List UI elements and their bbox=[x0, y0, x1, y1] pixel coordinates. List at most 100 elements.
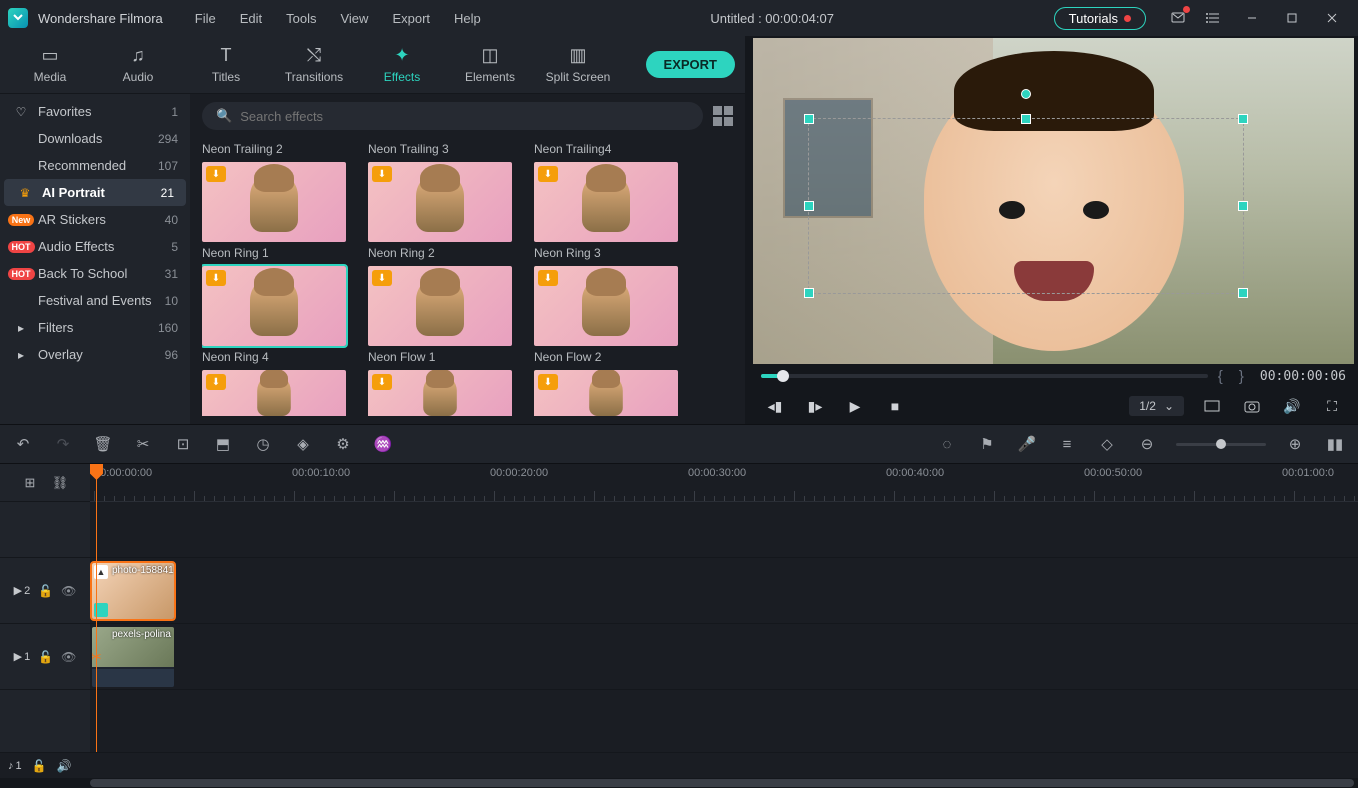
undo-button[interactable]: ↶ bbox=[12, 433, 34, 455]
add-track-button[interactable]: ⊞ bbox=[19, 472, 41, 494]
resize-handle[interactable] bbox=[1238, 201, 1248, 211]
snapshot-button[interactable] bbox=[1240, 394, 1264, 418]
timeline-ruler[interactable]: 00:00:00:00 00:00:10:00 00:00:20:00 00:0… bbox=[90, 464, 1358, 502]
marker-button[interactable]: ⚑ bbox=[976, 433, 998, 455]
close-button[interactable] bbox=[1314, 4, 1350, 32]
view-grid-button[interactable] bbox=[713, 106, 733, 126]
effect-item[interactable]: ⬇ bbox=[368, 370, 512, 416]
mixer-button[interactable]: ≡ bbox=[1056, 433, 1078, 455]
sidebar-item-back-to-school[interactable]: HOTBack To School31 bbox=[0, 260, 190, 287]
zoom-out-button[interactable]: ⊖ bbox=[1136, 433, 1158, 455]
duration-button[interactable]: ◷ bbox=[252, 433, 274, 455]
timeline-tracks[interactable]: 00:00:00:00 00:00:10:00 00:00:20:00 00:0… bbox=[90, 464, 1358, 752]
sidebar-item-ar-stickers[interactable]: NewAR Stickers40 bbox=[0, 206, 190, 233]
color-button[interactable]: ◈ bbox=[292, 433, 314, 455]
stop-button[interactable]: ■ bbox=[883, 394, 907, 418]
progress-slider[interactable] bbox=[761, 374, 1208, 378]
effect-item[interactable]: ⬇Neon Flow 1 bbox=[368, 266, 512, 364]
messages-button[interactable] bbox=[1162, 4, 1194, 32]
track-1[interactable]: ✂ pexels-polina bbox=[90, 624, 1358, 690]
delete-button[interactable]: 🗑 bbox=[92, 433, 114, 455]
menu-view[interactable]: View bbox=[330, 7, 378, 30]
timeline-toolbar: ↶ ↷ 🗑 ✂ ⊡ ⬒ ◷ ◈ ⚙ ♒ ◌ ⚑ 🎤 ≡ ◇ ⊖ ⊕ ▮▮ bbox=[0, 424, 1358, 464]
split-button[interactable]: ✂ bbox=[132, 433, 154, 455]
lock-icon[interactable]: 🔓 bbox=[38, 650, 53, 664]
sidebar-item-ai-portrait[interactable]: ♛AI Portrait21 bbox=[4, 179, 186, 206]
track-header-1[interactable]: ▶1 🔓 👁 bbox=[0, 624, 90, 690]
quality-button[interactable] bbox=[1200, 394, 1224, 418]
tab-transitions[interactable]: ⤭Transitions bbox=[274, 39, 354, 91]
crop-button[interactable]: ⊡ bbox=[172, 433, 194, 455]
redo-button[interactable]: ↷ bbox=[52, 433, 74, 455]
sidebar-item-downloads[interactable]: Downloads294 bbox=[0, 125, 190, 152]
effect-item[interactable]: ⬇Neon Ring 3 bbox=[534, 162, 678, 260]
effect-item[interactable]: ⬇ bbox=[202, 370, 346, 416]
download-icon: ⬇ bbox=[206, 374, 226, 390]
tutorials-button[interactable]: Tutorials bbox=[1054, 7, 1146, 30]
sidebar-item-filters[interactable]: ▸Filters160 bbox=[0, 314, 190, 341]
menu-edit[interactable]: Edit bbox=[230, 7, 272, 30]
eye-icon[interactable]: 👁 bbox=[61, 584, 76, 598]
tab-split-screen[interactable]: ▥Split Screen bbox=[538, 39, 618, 91]
sidebar-item-overlay[interactable]: ▸Overlay96 bbox=[0, 341, 190, 368]
track-type-icon: ▶1 bbox=[14, 650, 31, 663]
maximize-button[interactable] bbox=[1274, 4, 1310, 32]
next-frame-button[interactable]: ▮▸ bbox=[803, 394, 827, 418]
play-button[interactable]: ▶ bbox=[843, 394, 867, 418]
sidebar-item-audio-effects[interactable]: HOTAudio Effects5 bbox=[0, 233, 190, 260]
resize-handle[interactable] bbox=[1238, 114, 1248, 124]
effect-item[interactable]: ⬇Neon Ring 1 bbox=[202, 162, 346, 260]
search-input[interactable] bbox=[240, 109, 689, 124]
sidebar-item-favorites[interactable]: ♡Favorites1 bbox=[0, 98, 190, 125]
speaker-icon[interactable]: 🔊 bbox=[57, 759, 72, 773]
lock-icon[interactable]: 🔓 bbox=[38, 584, 53, 598]
prev-frame-button[interactable]: ◂▮ bbox=[763, 394, 787, 418]
menu-export[interactable]: Export bbox=[382, 7, 440, 30]
tab-media[interactable]: ▭Media bbox=[10, 39, 90, 91]
tab-elements[interactable]: ◫Elements bbox=[450, 39, 530, 91]
resize-handle[interactable] bbox=[1238, 288, 1248, 298]
timeline-scrollbar[interactable] bbox=[0, 778, 1358, 788]
sidebar-item-festival[interactable]: Festival and Events10 bbox=[0, 287, 190, 314]
volume-button[interactable]: 🔊 bbox=[1280, 394, 1304, 418]
playhead[interactable] bbox=[96, 464, 97, 752]
menu-help[interactable]: Help bbox=[444, 7, 491, 30]
effect-item[interactable]: ⬇Neon Flow 2 bbox=[534, 266, 678, 364]
audio-waveform-button[interactable]: ♒ bbox=[372, 433, 394, 455]
effect-item[interactable]: ⬇ bbox=[534, 370, 678, 416]
sparkle-icon: ✦ bbox=[394, 45, 409, 66]
tab-effects[interactable]: ✦Effects bbox=[362, 39, 442, 91]
render-button[interactable]: ◌ bbox=[936, 433, 958, 455]
hot-badge: HOT bbox=[8, 241, 35, 253]
menu-tools[interactable]: Tools bbox=[276, 7, 326, 30]
export-button[interactable]: EXPORT bbox=[646, 51, 735, 78]
sidebar-item-recommended[interactable]: Recommended107 bbox=[0, 152, 190, 179]
zoom-in-button[interactable]: ⊕ bbox=[1284, 433, 1306, 455]
track-2[interactable]: ▲ photo-158841 bbox=[90, 558, 1358, 624]
search-input-container[interactable]: 🔍 bbox=[202, 102, 703, 130]
clip-video[interactable]: ✂ pexels-polina bbox=[92, 627, 174, 687]
minimize-button[interactable] bbox=[1234, 4, 1270, 32]
clip-photo[interactable]: ▲ photo-158841 bbox=[92, 563, 174, 619]
menu-file[interactable]: File bbox=[185, 7, 226, 30]
link-button[interactable]: ⛓ bbox=[49, 472, 71, 494]
speed-button[interactable]: ⬒ bbox=[212, 433, 234, 455]
zoom-slider[interactable] bbox=[1176, 443, 1266, 446]
mark-brackets[interactable]: { } bbox=[1218, 368, 1250, 385]
preview-zoom-select[interactable]: 1/2⌄ bbox=[1129, 396, 1184, 416]
eye-icon[interactable]: 👁 bbox=[61, 650, 76, 664]
tab-titles[interactable]: TTitles bbox=[186, 39, 266, 91]
search-icon: 🔍 bbox=[216, 108, 232, 124]
preview-viewport[interactable] bbox=[753, 38, 1354, 364]
tasklist-button[interactable] bbox=[1198, 4, 1230, 32]
effect-item[interactable]: ⬇Neon Ring 2 bbox=[368, 162, 512, 260]
lock-icon[interactable]: 🔓 bbox=[32, 759, 47, 773]
track-header-2[interactable]: ▶2 🔓 👁 bbox=[0, 558, 90, 624]
tab-audio[interactable]: ♫Audio bbox=[98, 39, 178, 91]
zoom-fit-button[interactable]: ▮▮ bbox=[1324, 433, 1346, 455]
adjust-button[interactable]: ⚙ bbox=[332, 433, 354, 455]
keyframe-button[interactable]: ◇ bbox=[1096, 433, 1118, 455]
effect-item-selected[interactable]: ⬇Neon Ring 4 bbox=[202, 266, 346, 364]
fullscreen-button[interactable]: ⛶ bbox=[1320, 394, 1344, 418]
voiceover-button[interactable]: 🎤 bbox=[1016, 433, 1038, 455]
